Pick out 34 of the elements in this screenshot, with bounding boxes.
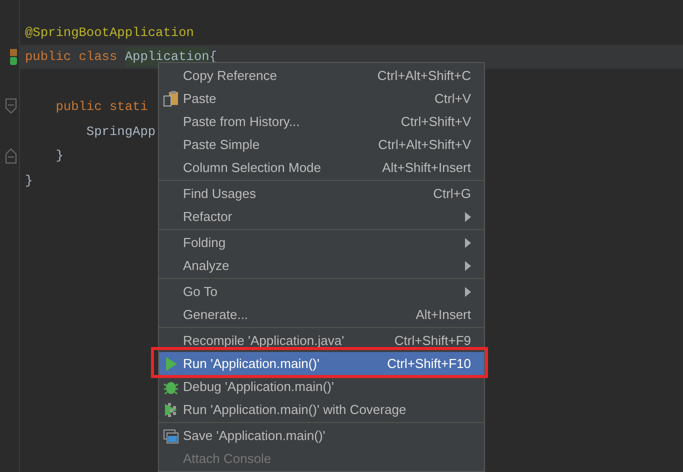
code-text: } (25, 172, 33, 190)
shortcut-text: Ctrl+Alt+Shift+C (377, 66, 471, 85)
keyword-text: public class (25, 48, 118, 66)
menu-item[interactable]: Run 'Application.main()' with Coverage (159, 398, 484, 421)
code-text: } (54, 147, 64, 166)
menu-item[interactable]: Recompile 'Application.java' Ctrl+Shift+F9 (159, 329, 484, 352)
shortcut-text: Ctrl+G (433, 184, 471, 203)
shortcut-text: Ctrl+Shift+F9 (394, 332, 471, 350)
fold-icon[interactable] (5, 148, 17, 164)
shortcut-text: Alt+Shift+Insert (382, 158, 471, 177)
keyword-text: public stati (54, 98, 148, 116)
menu-item[interactable]: Folding (159, 231, 484, 254)
run-gutter-icon[interactable] (10, 49, 17, 66)
menu-item[interactable]: Generate... Alt+Insert (159, 303, 484, 326)
shortcut-text: Ctrl+V (434, 90, 471, 108)
menu-item[interactable]: Go To (159, 280, 484, 303)
shortcut-text: Ctrl+Alt+Shift+V (378, 136, 471, 154)
annotation-text: @SpringBootApplication (25, 24, 194, 42)
shortcut-text: Alt+Insert (416, 306, 471, 324)
menu-item[interactable]: Run 'Application.main()' Ctrl+Shift+F10 (159, 352, 484, 375)
shortcut-text: Ctrl+Shift+V (400, 112, 471, 131)
fold-icon[interactable] (5, 98, 17, 114)
menu-item[interactable]: Copy Reference Ctrl+Alt+Shift+C (159, 64, 484, 87)
menu-item[interactable]: Debug 'Application.main()' (159, 375, 484, 398)
code-text: SpringApp (85, 122, 156, 140)
menu-item[interactable]: Paste from History... Ctrl+Shift+V (159, 110, 484, 133)
menu-item[interactable]: Column Selection Mode Alt+Shift+Insert (159, 156, 484, 179)
shortcut-text: Ctrl+Shift+F10 (387, 354, 471, 373)
menu-item[interactable]: Paste Simple Ctrl+Alt+Shift+V (159, 133, 484, 156)
menu-item[interactable]: Find Usages Ctrl+G (159, 182, 484, 205)
menu-item[interactable]: Refactor (159, 205, 484, 228)
menu-item[interactable]: Analyze (159, 254, 484, 277)
menu-item[interactable]: Save 'Application.main()' (159, 424, 484, 447)
menu-item[interactable]: Paste Ctrl+V (159, 87, 484, 110)
